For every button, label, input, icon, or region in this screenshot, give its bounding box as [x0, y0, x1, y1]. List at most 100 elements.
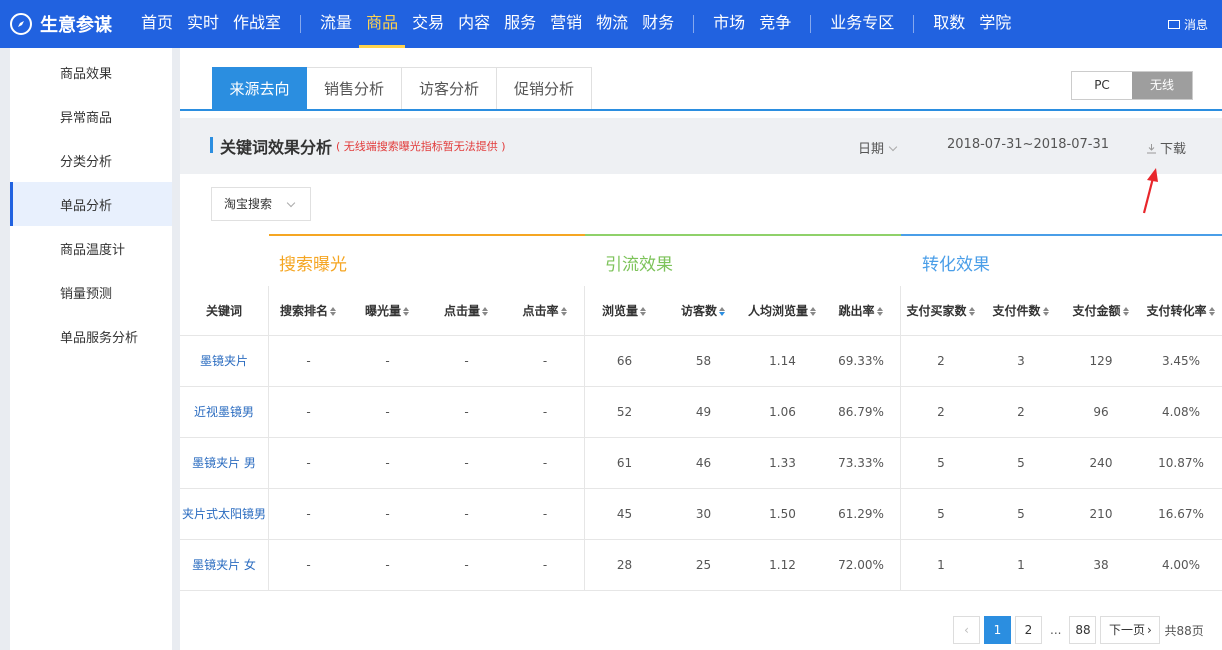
- table-row: 墨镜夹片 男 - - - - 61 46 1.33 73.33% 5 5 240 10.87%: [180, 438, 1222, 489]
- sort-icon: [1042, 307, 1050, 316]
- pagination: ‹ 1 2 ... 88 下一页 › 共88页: [953, 616, 1204, 644]
- nav-item-group1-2[interactable]: 作战室: [226, 0, 288, 48]
- table-cell: 2: [937, 354, 945, 368]
- pagination-ellipsis: ...: [1050, 623, 1062, 637]
- keyword-link[interactable]: 夹片式太阳镜男: [180, 489, 269, 539]
- column-header-10[interactable]: 支付件数: [981, 286, 1061, 335]
- table-cell: -: [506, 540, 585, 590]
- sidebar-item-6[interactable]: 单品服务分析: [10, 314, 172, 358]
- keyword-link[interactable]: 墨镜夹片 女: [180, 540, 269, 590]
- nav-item-group3-1[interactable]: 竞争: [752, 0, 798, 48]
- keyword-link[interactable]: 墨镜夹片: [180, 336, 269, 386]
- next-page-button[interactable]: 下一页 ›: [1100, 616, 1161, 644]
- tab-0[interactable]: 来源去向: [212, 67, 307, 110]
- column-header-2[interactable]: 曝光量: [348, 286, 427, 335]
- nav-item-group2-7[interactable]: 财务: [635, 0, 681, 48]
- page-2-button[interactable]: 2: [1015, 616, 1042, 644]
- table-cell: -: [464, 405, 469, 419]
- table-cell: 86.79%: [822, 387, 901, 437]
- column-header-label: 人均浏览量: [747, 304, 808, 318]
- sort-icon: [1208, 307, 1216, 316]
- keyword-link[interactable]: 墨镜夹片 男: [180, 438, 269, 488]
- column-header-label: 跳出率: [838, 304, 875, 318]
- analysis-tabs: 来源去向 销售分析 访客分析 促销分析: [212, 67, 592, 110]
- table-cell: 1.14: [769, 354, 796, 368]
- table-cell: 5: [937, 507, 945, 521]
- tab-underline: [180, 109, 1222, 111]
- nav-item-group2-0[interactable]: 流量: [313, 0, 359, 48]
- table-cell: 28: [616, 558, 633, 572]
- nav-item-group2-1[interactable]: 商品: [359, 0, 406, 48]
- table-row: 近视墨镜男 - - - - 52 49 1.06 86.79% 2 2 96 4.08%: [180, 387, 1222, 438]
- keyword-link[interactable]: 近视墨镜男: [180, 387, 269, 437]
- column-header-1[interactable]: 搜索排名: [269, 286, 348, 335]
- message-link[interactable]: 消息: [1167, 0, 1208, 48]
- device-option-1[interactable]: 无线: [1132, 72, 1192, 99]
- table-cell: 66: [616, 354, 633, 368]
- nav-item-group2-3[interactable]: 内容: [451, 0, 497, 48]
- nav-item-group1-1[interactable]: 实时: [180, 0, 226, 48]
- page-1-button[interactable]: 1: [984, 616, 1011, 644]
- date-picker[interactable]: 日期: [858, 138, 898, 157]
- column-header-label: 支付买家数: [906, 304, 967, 318]
- table-cell: 240: [1089, 456, 1113, 470]
- sidebar-item-4[interactable]: 商品温度计: [10, 226, 172, 270]
- column-header-11[interactable]: 支付金额: [1061, 286, 1141, 335]
- column-header-8[interactable]: 跳出率: [822, 286, 901, 335]
- sidebar-item-0[interactable]: 商品效果: [10, 50, 172, 94]
- device-option-0[interactable]: PC: [1072, 72, 1132, 99]
- tab-2[interactable]: 访客分析: [402, 67, 497, 110]
- table-cell: 49: [695, 405, 712, 419]
- compass-icon: [10, 13, 32, 35]
- table-cell: 1.50: [769, 507, 796, 521]
- keyword-table: 搜索曝光 引流效果 转化效果 关键词 搜索排名 曝光量 点击量 点击率 浏览量 访客数 人均浏…: [180, 234, 1222, 591]
- column-header-12[interactable]: 支付转化率: [1141, 286, 1221, 335]
- column-header-7[interactable]: 人均浏览量: [743, 286, 822, 335]
- column-header-label: 支付转化率: [1146, 304, 1207, 318]
- sidebar-item-3[interactable]: 单品分析: [10, 182, 172, 226]
- column-header-4[interactable]: 点击率: [506, 286, 585, 335]
- sort-icon: [876, 307, 884, 316]
- column-header-9[interactable]: 支付买家数: [901, 286, 981, 335]
- table-cell: -: [306, 507, 311, 521]
- sidebar-item-1[interactable]: 异常商品: [10, 94, 172, 138]
- brand-logo[interactable]: 生意参谋: [0, 0, 134, 48]
- column-header-label: 搜索排名: [279, 304, 328, 318]
- prev-page-button[interactable]: ‹: [953, 616, 980, 644]
- table-cell: 1: [937, 558, 945, 572]
- download-button[interactable]: 下载: [1146, 138, 1186, 157]
- nav-item-group5-0[interactable]: 取数: [926, 0, 972, 48]
- nav-item-group2-5[interactable]: 营销: [543, 0, 589, 48]
- nav-item-group3-0[interactable]: 市场: [706, 0, 752, 48]
- nav-item-group1-0[interactable]: 首页: [134, 0, 180, 48]
- table-cell: 4.08%: [1161, 405, 1201, 419]
- search-source-select[interactable]: 淘宝搜索: [211, 187, 311, 221]
- table-cell: 1: [1017, 558, 1025, 572]
- table-cell: -: [506, 336, 585, 386]
- column-header-6[interactable]: 访客数: [664, 286, 743, 335]
- table-cell: -: [464, 354, 469, 368]
- group-traffic-effect: 引流效果: [585, 234, 901, 286]
- nav-item-group2-4[interactable]: 服务: [497, 0, 543, 48]
- nav-item-group2-6[interactable]: 物流: [589, 0, 635, 48]
- sort-icon: [482, 307, 489, 316]
- next-page-label: 下一页: [1109, 623, 1146, 637]
- nav-item-group4-0[interactable]: 业务专区: [823, 0, 901, 48]
- table-cell: 1.33: [769, 456, 796, 470]
- sidebar-item-2[interactable]: 分类分析: [10, 138, 172, 182]
- tab-1[interactable]: 销售分析: [307, 67, 402, 110]
- last-page-button[interactable]: 88: [1069, 616, 1097, 644]
- column-header-5[interactable]: 浏览量: [585, 286, 664, 335]
- tab-3[interactable]: 促销分析: [497, 67, 592, 110]
- table-cell: 52: [616, 405, 633, 419]
- nav-item-group5-1[interactable]: 学院: [972, 0, 1018, 48]
- table-cell: 25: [695, 558, 712, 572]
- table-cell: 5: [1017, 507, 1025, 521]
- column-header-3[interactable]: 点击量: [427, 286, 506, 335]
- date-range: 2018-07-31~2018-07-31: [947, 137, 1109, 152]
- sidebar-item-5[interactable]: 销量预测: [10, 270, 172, 314]
- table-cell: -: [506, 438, 585, 488]
- column-header-label: 支付金额: [1072, 304, 1121, 318]
- download-icon: [1147, 144, 1156, 154]
- nav-item-group2-2[interactable]: 交易: [405, 0, 451, 48]
